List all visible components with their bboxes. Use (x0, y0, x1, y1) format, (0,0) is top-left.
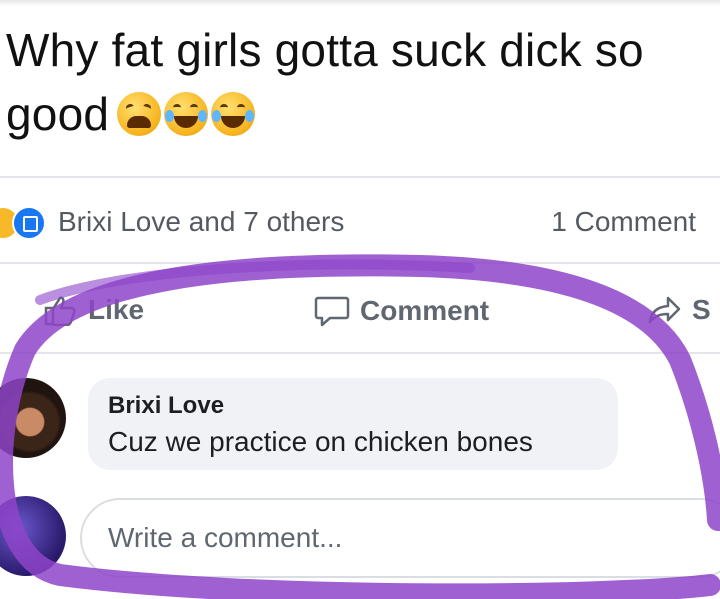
comment-text: Cuz we practice on chicken bones (108, 426, 533, 457)
comment-composer (0, 488, 720, 588)
comment-label: Comment (360, 295, 490, 326)
comment-button[interactable]: Comment (314, 294, 489, 328)
comment-item: Brixi Love Cuz we practice on chicken bo… (0, 370, 720, 470)
current-user-avatar (0, 496, 66, 576)
divider (0, 352, 720, 354)
divider (0, 176, 720, 178)
post-text-line1: Why fat girls gotta suck dick so (6, 24, 644, 76)
comments-count-link[interactable]: 1 Comment (551, 206, 696, 238)
tears-of-joy-emoji-icon (164, 92, 209, 136)
emoji-row (117, 92, 256, 136)
share-arrow-icon (648, 296, 681, 324)
comment-author[interactable]: Brixi Love (108, 392, 224, 420)
comment-bubble: Brixi Love Cuz we practice on chicken bo… (88, 378, 618, 470)
post-text-line2: good (6, 88, 110, 140)
comment-bubble-icon (314, 296, 350, 327)
reactions-count-link[interactable]: Brixi Love and 7 others (58, 206, 344, 238)
like-label: Like (88, 294, 145, 325)
share-button[interactable]: S (648, 294, 711, 326)
reactions-stats-row: Brixi Love and 7 others 1 Comment (0, 198, 720, 248)
like-button[interactable]: Like (44, 294, 144, 326)
post-text-line2-wrap: good (6, 82, 714, 146)
commenter-avatar[interactable] (0, 378, 66, 458)
divider (0, 262, 720, 264)
top-shade (0, 0, 720, 6)
post-actions-row: Like Comment S (0, 282, 720, 342)
like-reaction-icon (12, 206, 46, 240)
share-label: S (692, 294, 711, 325)
thumbs-up-icon (44, 296, 76, 326)
reaction-icons[interactable] (0, 206, 46, 240)
write-comment-input[interactable] (80, 498, 720, 578)
weary-face-emoji-icon (117, 92, 162, 136)
post-text: Why fat girls gotta suck dick so good (6, 18, 714, 146)
tears-of-joy-emoji-icon (211, 92, 256, 136)
